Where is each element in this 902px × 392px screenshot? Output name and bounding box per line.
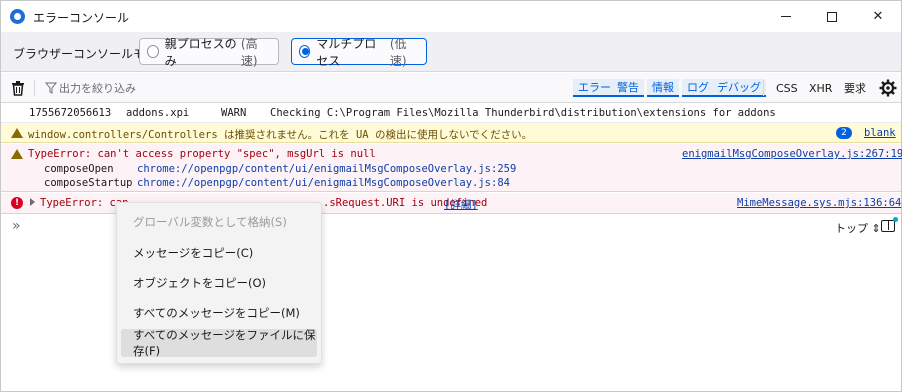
- log-source: addons.xpi: [126, 107, 190, 119]
- error-icon: [11, 197, 23, 209]
- log-timestamp: 1755672056613: [29, 107, 112, 119]
- option-label: マルチプロセス: [316, 36, 377, 68]
- menu-item-save-all-to-file[interactable]: すべてのメッセージをファイルに保存(F): [121, 328, 317, 358]
- filter-icon: [45, 82, 57, 94]
- warning-text: window.controllers/Controllers は推奨されません。…: [28, 129, 533, 141]
- filter-info-button[interactable]: 情報: [647, 79, 679, 97]
- gear-icon[interactable]: [879, 79, 897, 97]
- stack-frame-function: composeOpen: [44, 163, 114, 175]
- warning-source-link[interactable]: blank: [864, 127, 896, 139]
- error-message-row[interactable]: TypeError: can't access property "spec",…: [1, 144, 902, 192]
- trash-icon[interactable]: [10, 80, 26, 96]
- context-menu: グローバル変数として格納(S) メッセージをコピー(C) オブジェクトをコピー(…: [116, 202, 322, 364]
- maximize-button[interactable]: [809, 1, 855, 32]
- filter-warnings-button[interactable]: 警告: [612, 79, 644, 97]
- filter-output-input[interactable]: [59, 79, 359, 97]
- option-sublabel: (高速): [240, 36, 258, 68]
- expand-twisty-icon[interactable]: [30, 198, 35, 206]
- log-text: Checking C:\Program Files\Mozilla Thunde…: [270, 107, 776, 119]
- filter-logs-button[interactable]: ログ: [682, 79, 714, 97]
- menu-item-store-as-global: グローバル変数として格納(S): [133, 215, 287, 229]
- minimize-icon: [781, 16, 791, 17]
- filter-requests-button[interactable]: 要求: [844, 79, 866, 97]
- menu-item-copy-object[interactable]: オブジェクトをコピー(O): [121, 269, 317, 297]
- filter-xhr-button[interactable]: XHR: [809, 79, 832, 97]
- maximize-icon: [827, 11, 837, 22]
- title-bar: エラーコンソール ✕: [1, 1, 901, 32]
- minimize-button[interactable]: [763, 1, 809, 32]
- log-level: WARN: [221, 107, 247, 119]
- toolbar-divider: [763, 80, 764, 96]
- menu-item-copy-all-messages[interactable]: すべてのメッセージをコピー(M): [121, 299, 317, 327]
- browser-console-mode-bar: ブラウザーコンソールモード 親プロセスのみ (高速) マルチプロセス (低速): [1, 32, 901, 72]
- multiprocess-option[interactable]: マルチプロセス (低速): [291, 37, 427, 68]
- close-icon: ✕: [872, 9, 884, 24]
- prompt-chevron-icon: »: [12, 218, 21, 234]
- filter-css-button[interactable]: CSS: [776, 79, 798, 97]
- option-label: 親プロセスのみ: [164, 36, 237, 68]
- warning-icon: [11, 149, 23, 159]
- notification-dot: [893, 217, 898, 222]
- console-toolbar: エラー 警告 情報 ログ デバッグ CSS XHR 要求: [1, 73, 901, 103]
- log-message-row[interactable]: 1755672056613 addons.xpi WARN Checking C…: [1, 103, 901, 123]
- stack-frame-function: composeStartup: [44, 177, 133, 189]
- filter-debug-button[interactable]: デバッグ: [712, 79, 766, 97]
- filter-errors-button[interactable]: エラー: [573, 79, 616, 97]
- menu-item-copy-message[interactable]: メッセージをコピー(C): [121, 239, 317, 267]
- repeat-count-badge: 2: [836, 127, 852, 139]
- error-source-link[interactable]: enigmailMsgComposeOverlay.js:267:19: [682, 148, 902, 160]
- close-button[interactable]: ✕: [855, 1, 901, 32]
- details-link[interactable]: [詳細]: [444, 197, 478, 212]
- thunderbird-app-icon: [10, 9, 25, 24]
- radio-unselected-icon: [147, 45, 159, 58]
- window-title: エラーコンソール: [33, 11, 130, 25]
- error-text: TypeError: can't access property "spec",…: [28, 148, 376, 160]
- warning-icon: [11, 128, 23, 138]
- warning-message-row[interactable]: window.controllers/Controllers は推奨されません。…: [1, 123, 901, 143]
- parent-process-only-option[interactable]: 親プロセスのみ (高速): [139, 37, 279, 68]
- error-console-window: エラーコンソール ✕ ブラウザーコンソールモード 親プロセスのみ (高速) マル…: [0, 0, 902, 392]
- stack-frame-location[interactable]: chrome://openpgp/content/ui/enigmailMsgC…: [137, 177, 510, 189]
- toolbar-divider: [34, 80, 35, 96]
- error-source-link[interactable]: MimeMessage.sys.mjs:136:64: [737, 197, 901, 209]
- context-selector[interactable]: トップ ⇕: [835, 220, 881, 236]
- stack-frame-location[interactable]: chrome://openpgp/content/ui/enigmailMsgC…: [137, 163, 516, 175]
- radio-selected-icon: [299, 45, 311, 58]
- option-sublabel: (低速): [389, 36, 407, 68]
- sidebar-toggle-icon[interactable]: [881, 220, 895, 232]
